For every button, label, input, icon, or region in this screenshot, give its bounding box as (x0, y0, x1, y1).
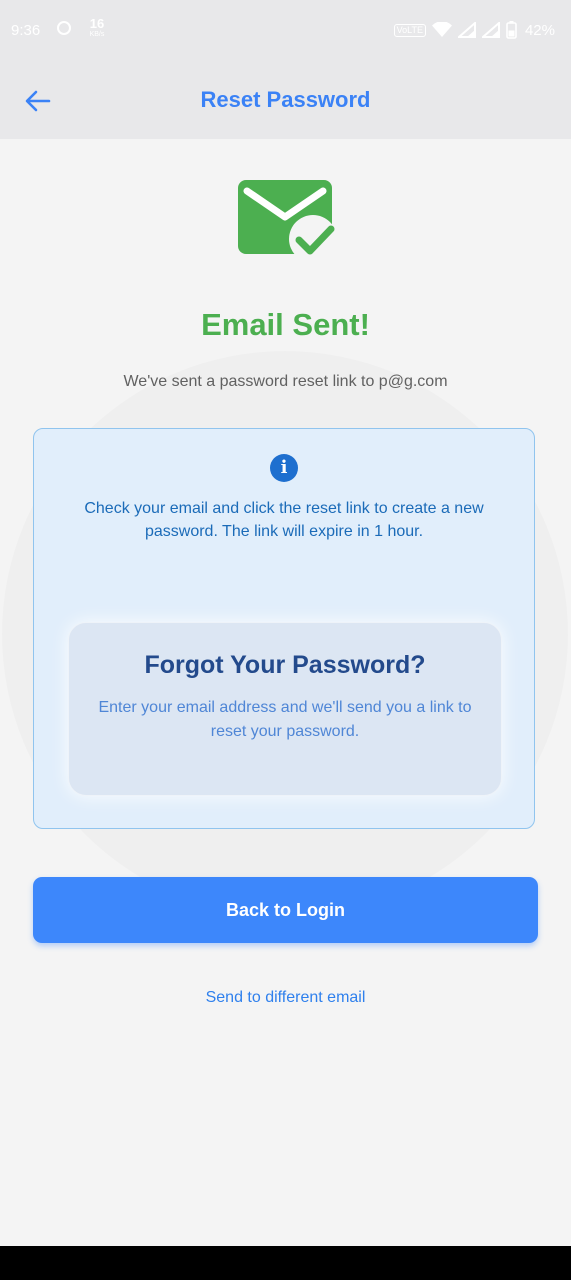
info-icon: i (270, 454, 298, 482)
main-content: Email Sent! We've sent a password reset … (0, 139, 571, 1246)
system-navigation-bar (0, 1246, 571, 1280)
forgot-password-card: Forgot Your Password? Enter your email a… (68, 622, 502, 796)
status-bar: 9:36 16 KB/s VoLTE 42% (0, 0, 571, 62)
app-bar: Reset Password (0, 62, 571, 139)
email-check-icon (238, 180, 337, 263)
battery-percent: 42% (524, 21, 555, 39)
network-speed-value: 16 (89, 16, 105, 31)
network-speed-unit: KB/s (89, 31, 105, 38)
status-time: 9:36 (11, 22, 41, 39)
status-icons: VoLTE 42% (393, 18, 555, 42)
signal-icon-2 (481, 22, 500, 38)
wifi-icon (431, 22, 452, 37)
forgot-password-description: Enter your email address and we'll send … (98, 699, 472, 740)
info-text: Check your email and click the reset lin… (84, 500, 484, 540)
page-title: Reset Password (200, 87, 371, 112)
confirmation-title: Email Sent! (201, 307, 370, 342)
volte-badge: VoLTE (393, 23, 426, 37)
info-card: i Check your email and click the reset l… (33, 428, 535, 829)
send-different-email-link[interactable]: Send to different email (0, 989, 571, 1007)
notification-icon (57, 21, 71, 35)
battery-icon (506, 21, 517, 39)
network-speed: 16 KB/s (86, 16, 108, 39)
signal-icon (457, 22, 476, 38)
confirmation-subtitle: We've sent a password reset link to p@g.… (123, 373, 448, 390)
back-to-login-button[interactable]: Back to Login (33, 877, 538, 943)
forgot-password-title: Forgot Your Password? (144, 651, 426, 679)
